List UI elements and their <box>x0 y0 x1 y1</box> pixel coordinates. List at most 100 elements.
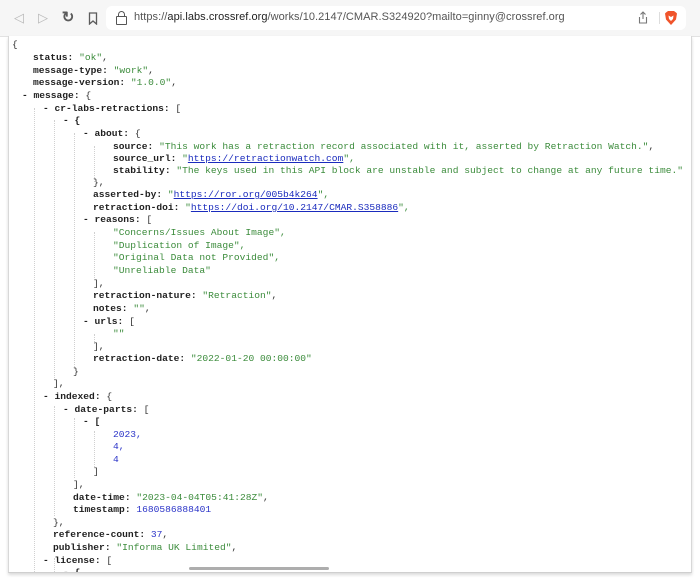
asserted-by-link[interactable]: https://ror.org/005b4k264 <box>174 189 318 200</box>
punct: }, <box>53 517 65 528</box>
collapse-toggle[interactable]: - { <box>63 115 80 126</box>
punct: [ <box>100 555 113 566</box>
punct: ], <box>93 341 105 352</box>
indent-guide <box>54 120 55 380</box>
json-key: source_url: <box>113 153 177 164</box>
url-host: api.labs.crossref.org <box>167 11 268 23</box>
collapse-toggle[interactable]: - <box>63 404 75 415</box>
json-key: reasons: <box>94 214 141 225</box>
json-line-date-parts-inner: - [ <box>83 415 100 428</box>
json-line-stability: stability: "The keys used in this API bl… <box>113 164 683 177</box>
json-line-date-part: 4, <box>113 440 125 453</box>
json-key: retraction-nature: <box>93 290 197 301</box>
json-key: source: <box>113 141 154 152</box>
json-line-retraction-date: retraction-date: "2022-01-20 00:00:00" <box>93 352 312 365</box>
json-number: 1680586888401 <box>136 504 212 515</box>
json-string: "This work has a retraction record assoc… <box>159 141 649 152</box>
horizontal-scrollbar[interactable] <box>189 567 329 570</box>
json-line-reference-count: reference-count: 37, <box>53 528 168 541</box>
punct: , <box>144 303 151 314</box>
brave-shield-icon[interactable] <box>664 10 678 26</box>
address-bar[interactable]: https://api.labs.crossref.org/works/10.2… <box>106 6 686 30</box>
json-key: message-type: <box>33 65 108 76</box>
collapse-toggle[interactable]: - <box>43 555 55 566</box>
punct: ] <box>93 466 99 477</box>
json-key: timestamp: <box>73 504 131 515</box>
collapse-toggle[interactable]: - <box>83 316 95 327</box>
json-key: status: <box>33 52 74 63</box>
json-line-about: - about: { <box>83 127 141 140</box>
indent-guide <box>74 133 75 369</box>
share-icon[interactable] <box>638 11 648 24</box>
url-text[interactable]: https://api.labs.crossref.org/works/10.2… <box>134 11 565 23</box>
collapse-toggle[interactable]: - <box>22 90 34 101</box>
collapse-toggle[interactable]: - <box>83 214 95 225</box>
collapse-toggle[interactable]: - { <box>63 567 80 572</box>
json-line-date-part: 4 <box>113 453 119 466</box>
json-line-reason: "Original Data not Provided", <box>113 251 280 264</box>
reload-icon[interactable]: ↻ <box>59 9 77 27</box>
json-string: "Original Data not Provided", <box>113 252 280 263</box>
json-string: "Concerns/Issues About Image", <box>113 227 286 238</box>
json-line-retraction-nature: retraction-nature: "Retraction", <box>93 289 277 302</box>
json-key: message-version: <box>33 77 126 88</box>
collapse-toggle[interactable]: - <box>83 128 95 139</box>
json-string: "The keys used in this API block are uns… <box>176 165 683 176</box>
json-key: date-parts: <box>74 404 138 415</box>
forward-arrow-icon[interactable]: ▷ <box>34 9 52 27</box>
json-line-reasons: - reasons: [ <box>83 213 152 226</box>
back-arrow-icon[interactable]: ◁ <box>10 9 28 27</box>
json-string: "" <box>133 303 145 314</box>
json-key: indexed: <box>54 391 101 402</box>
bookmark-icon[interactable] <box>84 9 102 27</box>
punct: { <box>79 90 92 101</box>
json-line-status: status: "ok", <box>33 51 108 64</box>
punct: ", <box>343 153 355 164</box>
punct: , <box>148 65 154 76</box>
toolbar-divider <box>659 12 660 24</box>
punct: ], <box>73 479 85 490</box>
json-line-urls: - urls: [ <box>83 315 135 328</box>
json-string: "work" <box>113 65 149 76</box>
json-line-asserted-by: asserted-by: "https://ror.org/005b4k264"… <box>93 188 329 201</box>
json-line-message: - message: { <box>22 89 91 102</box>
collapse-toggle[interactable]: - [ <box>83 416 100 427</box>
collapse-toggle[interactable]: - <box>43 103 55 114</box>
url-scheme: https:// <box>134 11 168 23</box>
lock-icon <box>116 11 127 25</box>
json-line-message-version: message-version: "1.0.0", <box>33 76 177 89</box>
punct: , <box>162 529 169 540</box>
json-viewer: { status: "ok", message-type: "work", me… <box>8 36 692 573</box>
json-key: notes: <box>93 303 128 314</box>
json-line: { <box>12 38 18 51</box>
json-line-notes: notes: "", <box>93 302 151 315</box>
json-line-date-parts-close: ], <box>73 478 85 491</box>
punct: , <box>263 492 269 503</box>
brace: { <box>12 39 18 50</box>
source-url-link[interactable]: https://retractionwatch.com <box>188 153 343 164</box>
json-line-retractions-close: ], <box>53 377 65 390</box>
retraction-doi-link[interactable]: https://doi.org/10.2147/CMAR.S358886 <box>191 202 398 213</box>
collapse-toggle[interactable]: - <box>43 391 55 402</box>
indent-guide <box>94 232 95 278</box>
json-line-date-parts: - date-parts: [ <box>63 403 149 416</box>
punct: { <box>100 391 113 402</box>
punct: ", <box>317 189 330 200</box>
punct: [ <box>140 214 153 225</box>
json-string: "" <box>113 328 125 339</box>
punct: ], <box>53 378 65 389</box>
json-line-indexed: - indexed: { <box>43 390 112 403</box>
json-key: date-time: <box>73 492 131 503</box>
punct: ", <box>398 202 410 213</box>
json-key: urls: <box>94 316 124 327</box>
punct: [ <box>123 316 135 327</box>
json-string: "Unreliable Data" <box>113 265 211 276</box>
json-string: "2023-04-04T05:41:28Z" <box>136 492 264 503</box>
punct: , <box>102 52 108 63</box>
json-key: asserted-by: <box>93 189 163 200</box>
url-path: /works/10.2147/CMAR.S324920?mailto=ginny… <box>267 11 565 23</box>
json-key: message: <box>33 90 80 101</box>
indent-guide <box>74 418 75 478</box>
json-line-reason: "Unreliable Data" <box>113 264 211 277</box>
punct: [ <box>137 404 150 415</box>
